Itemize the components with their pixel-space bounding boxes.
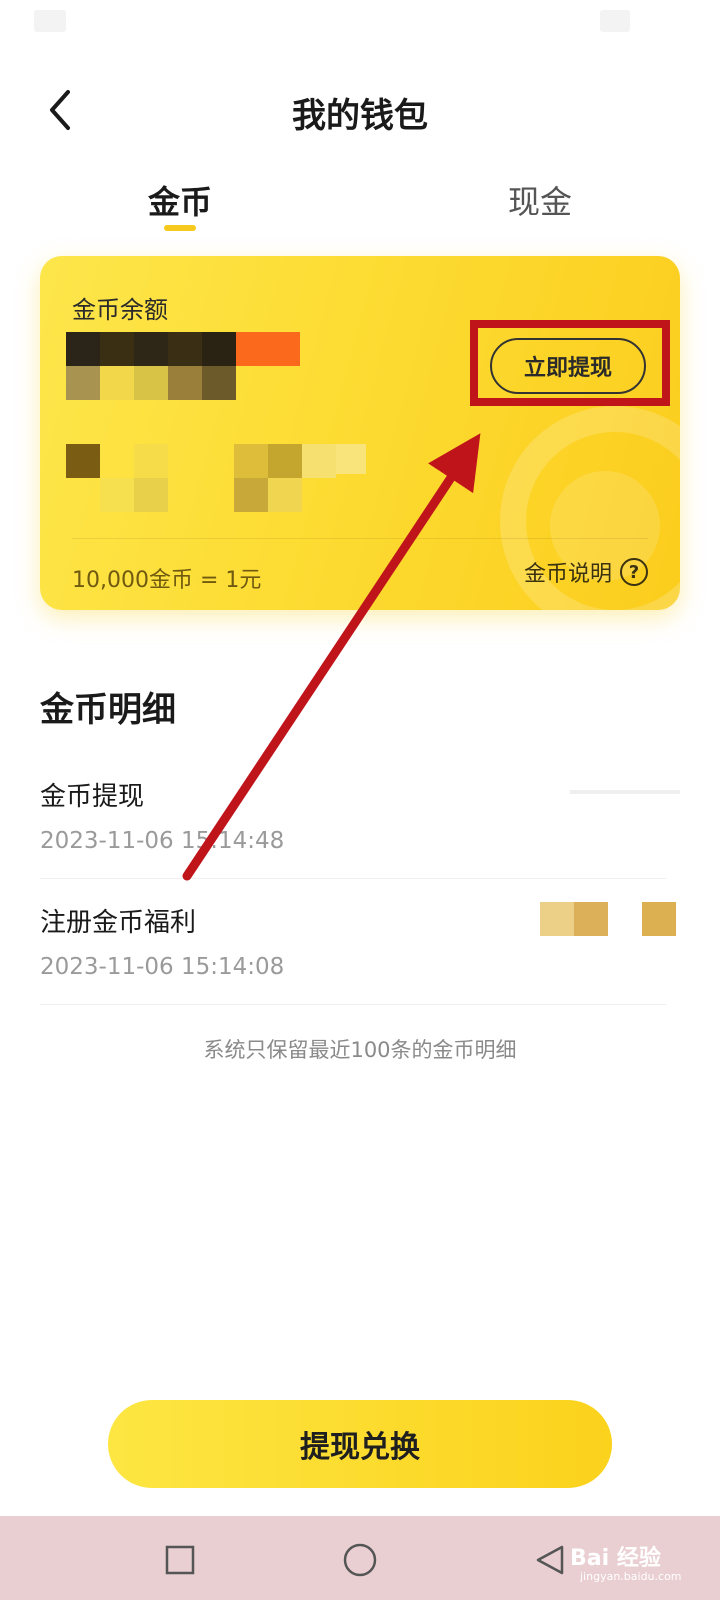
recent-apps-icon <box>165 1545 195 1575</box>
watermark-sub: jingyan.baidu.com <box>580 1570 682 1583</box>
coin-info-link[interactable]: 金币说明 ? <box>524 556 648 588</box>
list-item[interactable]: 金币提现 2023-11-06 15:14:48 <box>40 776 680 896</box>
tab-cash[interactable]: 现金 <box>508 177 572 223</box>
record-title: 注册金币福利 <box>40 908 197 938</box>
row-divider <box>40 1004 666 1005</box>
record-amount-masked <box>540 902 680 938</box>
exchange-rate-text: 10,000金币 = 1元 <box>72 568 262 593</box>
footnote: 系统只保留最近100条的金币明细 <box>203 1038 517 1062</box>
page-title: 我的钱包 <box>292 96 428 136</box>
details-title: 金币明细 <box>40 690 176 730</box>
withdraw-exchange-button[interactable]: 提现兑换 <box>108 1400 612 1488</box>
record-title: 金币提现 <box>40 782 145 812</box>
recent-apps-button[interactable] <box>158 1538 202 1582</box>
help-circle-icon: ? <box>620 558 648 586</box>
back-nav-button[interactable] <box>528 1538 572 1582</box>
record-time: 2023-11-06 15:14:08 <box>40 954 285 980</box>
highlight-annotation <box>470 320 670 406</box>
status-bar <box>0 0 720 48</box>
row-divider <box>40 878 666 879</box>
record-time: 2023-11-06 15:14:48 <box>40 828 285 854</box>
card-divider <box>72 538 648 539</box>
watermark: Bai 经验 jingyan.baidu.com <box>570 1530 710 1590</box>
coin-info-label: 金币说明 <box>523 562 612 587</box>
home-icon <box>343 1543 377 1577</box>
record-amount-masked <box>540 776 680 812</box>
balance-card: 金币余额 立即提现 10,000金币 = 1元 金币说明 ? <box>40 256 680 610</box>
tab-coins[interactable]: 金币 <box>148 177 212 223</box>
status-icon <box>600 10 630 32</box>
back-triangle-icon <box>536 1545 564 1575</box>
balance-value-masked <box>66 332 366 582</box>
status-icon <box>34 10 66 32</box>
balance-label: 金币余额 <box>72 296 168 324</box>
watermark-text: Bai 经验 <box>570 1546 661 1571</box>
tab-bar: 金币 现金 <box>0 165 720 245</box>
list-item[interactable]: 注册金币福利 2023-11-06 15:14:08 <box>40 902 680 1022</box>
tab-active-indicator <box>164 225 196 231</box>
header: 我的钱包 <box>0 60 720 160</box>
home-button[interactable] <box>338 1538 382 1582</box>
